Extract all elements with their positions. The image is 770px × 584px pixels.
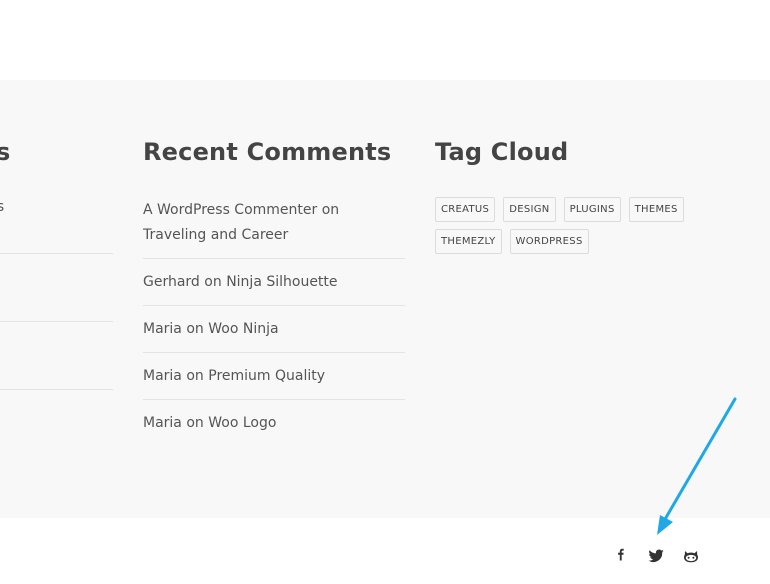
comment-author: Gerhard [143, 274, 200, 290]
comment-on: on [186, 368, 204, 384]
twitter-icon[interactable] [648, 548, 664, 564]
tag-link[interactable]: PLUGINS [563, 197, 621, 222]
comment-author: Maria [143, 321, 182, 337]
widget-left-partial: s ps [0, 80, 113, 518]
widget-title-recent-comments: Recent Comments [143, 138, 392, 166]
github-icon[interactable] [683, 548, 699, 564]
facebook-icon[interactable] [612, 548, 628, 564]
comment-post-link[interactable]: Premium Quality [208, 368, 325, 384]
tag-link[interactable]: THEMES [628, 197, 684, 222]
widget-left-item[interactable]: ps [0, 199, 4, 215]
widget-left-title: s [0, 138, 11, 166]
comment-post-link[interactable]: Woo Logo [208, 415, 276, 431]
page-top-area [0, 0, 770, 80]
comment-on: on [186, 321, 204, 337]
list-item: Maria on Premium Quality [143, 362, 405, 400]
tag-link[interactable]: THEMEZLY [435, 229, 502, 254]
site-footer-bottom [0, 518, 770, 584]
footer-widgets: s ps Recent Comments A WordPress Comment… [0, 80, 770, 518]
list-item: Gerhard on Ninja Silhouette [143, 268, 405, 306]
comment-author: Maria [143, 415, 182, 431]
list-item: Maria on Woo Ninja [143, 315, 405, 353]
comment-author[interactable]: A WordPress Commenter [143, 202, 317, 218]
comment-author: Maria [143, 368, 182, 384]
divider [0, 253, 113, 254]
divider [0, 389, 113, 390]
widget-title-tag-cloud: Tag Cloud [435, 138, 569, 166]
tag-link[interactable]: DESIGN [503, 197, 556, 222]
tag-cloud: CREATUS DESIGN PLUGINS THEMES THEMEZLY W… [435, 197, 695, 261]
tag-link[interactable]: WORDPRESS [509, 229, 589, 254]
divider [0, 321, 113, 322]
comment-on: on [204, 274, 222, 290]
tag-link[interactable]: CREATUS [435, 197, 496, 222]
comment-on: on [186, 415, 204, 431]
recent-comments-list: A WordPress Commenter on Traveling and C… [143, 196, 405, 455]
comment-post-link[interactable]: Woo Ninja [208, 321, 278, 337]
comment-on: on [321, 202, 340, 218]
list-item: A WordPress Commenter on Traveling and C… [143, 196, 405, 259]
comment-post-link[interactable]: Ninja Silhouette [226, 274, 337, 290]
list-item: Maria on Woo Logo [143, 409, 405, 446]
comment-post-link[interactable]: Traveling and Career [143, 227, 288, 243]
